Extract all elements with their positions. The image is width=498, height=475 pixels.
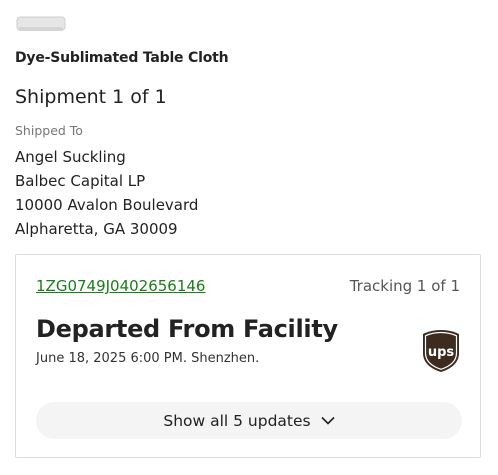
address-city-state-zip: Alpharetta, GA 30009 — [15, 220, 178, 238]
chevron-down-icon — [321, 416, 335, 425]
shipping-address: Angel Suckling Balbec Capital LP 10000 A… — [15, 145, 198, 241]
product-name: Dye-Sublimated Table Cloth — [15, 50, 229, 66]
address-street: 10000 Avalon Boulevard — [15, 196, 199, 214]
shipped-to-label: Shipped To — [15, 123, 83, 138]
product-thumbnail — [16, 16, 66, 31]
tracking-count: Tracking 1 of 1 — [349, 277, 460, 295]
svg-text:ups: ups — [428, 345, 455, 360]
address-company: Balbec Capital LP — [15, 172, 146, 190]
address-name: Angel Suckling — [15, 148, 126, 166]
show-all-updates-button[interactable]: Show all 5 updates — [36, 402, 462, 439]
show-all-updates-label: Show all 5 updates — [163, 411, 311, 430]
ups-logo-icon: ups — [423, 330, 459, 372]
tracking-number-link[interactable]: 1ZG0749J0402656146 — [36, 277, 205, 295]
shipment-title: Shipment 1 of 1 — [15, 86, 167, 108]
tracking-status: Departed From Facility — [36, 315, 338, 343]
tracking-card: 1ZG0749J0402656146 Tracking 1 of 1 Depar… — [15, 254, 481, 458]
tracking-status-detail: June 18, 2025 6:00 PM. Shenzhen. — [36, 351, 260, 366]
